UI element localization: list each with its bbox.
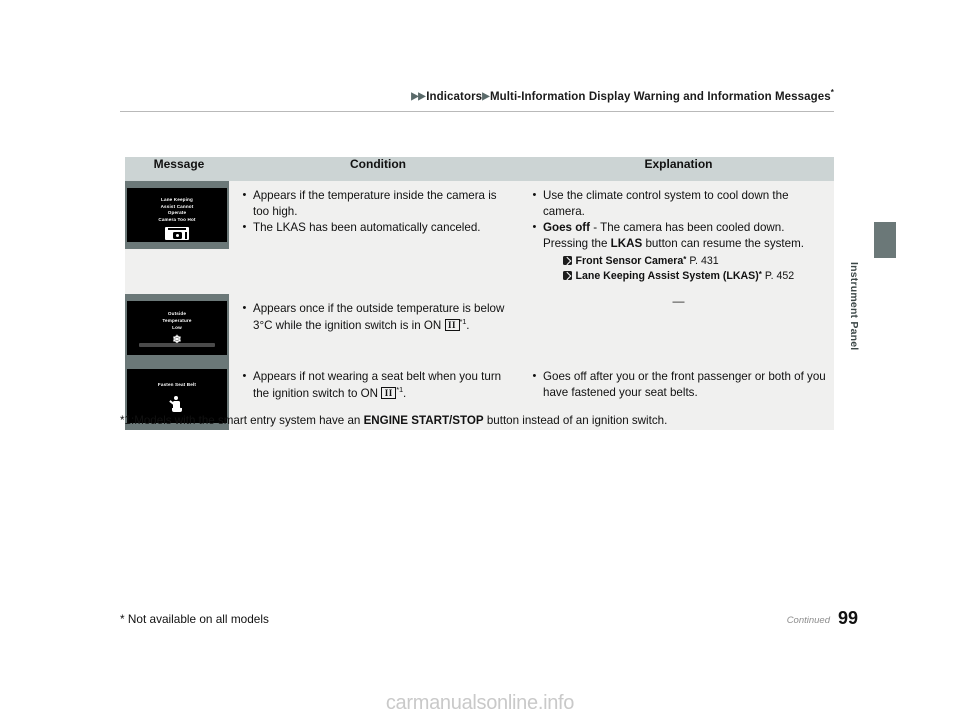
display-thumbnail-frame: Lane Keeping Assist Cannot Operate Camer…: [125, 181, 229, 249]
display-line: Low: [172, 324, 182, 330]
column-header-condition: Condition: [233, 157, 523, 181]
breadcrumb-footnote-mark: *: [830, 88, 834, 97]
display-thumbnail-frame: Outside Temperature Low ❄: [125, 294, 229, 363]
condition-text-tail: .: [402, 386, 407, 400]
page-footnote: * Not available on all models: [120, 612, 269, 626]
display-icon-wrap: [127, 395, 227, 413]
column-header-message: Message: [125, 157, 233, 181]
reference-arrow-icon: [563, 271, 572, 281]
header-divider: [120, 111, 834, 112]
manual-page: ▶▶Indicators▶Multi-Information Display W…: [0, 0, 960, 722]
display-line: Lane Keeping: [161, 197, 193, 202]
condition-bullet-list: Appears if the temperature inside the ca…: [242, 187, 515, 236]
breadcrumb-crumb-indicators[interactable]: Indicators: [426, 91, 482, 103]
explanation-bullet-tail: button can resume the system.: [642, 236, 804, 250]
message-cell: Lane Keeping Assist Cannot Operate Camer…: [125, 181, 233, 295]
watermark: carmanualsonline.info: [385, 692, 575, 714]
display-progress-bar: [139, 343, 215, 348]
breadcrumb: ▶▶Indicators▶Multi-Information Display W…: [120, 88, 834, 103]
table-row: Lane Keeping Assist Cannot Operate Camer…: [125, 181, 834, 295]
explanation-bullet-emphasis: LKAS: [610, 236, 643, 250]
display-icon-wrap: [127, 226, 227, 240]
explanation-cell: —: [523, 294, 834, 363]
reference-footnote-mark: *: [758, 270, 762, 280]
continued-label: Continued: [786, 615, 830, 626]
condition-cell: Appears if the temperature inside the ca…: [233, 181, 523, 295]
explanation-bullet: Use the climate control system to cool d…: [532, 187, 826, 219]
reference-name: Lane Keeping Assist System (LKAS): [575, 270, 759, 283]
condition-bullet: Appears if the temperature inside the ca…: [242, 187, 515, 219]
ignition-on-glyph: II: [444, 319, 460, 332]
explanation-bullet-list: Goes off after you or the front passenge…: [532, 369, 826, 400]
ignition-on-glyph: II: [381, 387, 397, 400]
condition-bullet: Appears once if the outside temperature …: [242, 301, 515, 333]
breadcrumb-arrow-icon: ▶: [418, 91, 426, 103]
display-line: Temperature: [162, 317, 192, 323]
table-header-row: Message Condition Explanation: [125, 157, 834, 181]
display-line: Camera Too Hot: [158, 216, 196, 222]
condition-footnote-mark: *1: [396, 384, 403, 394]
footnote-text-post: button instead of an ignition switch.: [483, 414, 668, 427]
side-tab-marker: [874, 222, 896, 258]
message-cell: Outside Temperature Low ❄: [125, 294, 233, 363]
explanation-cell: Use the climate control system to cool d…: [523, 181, 834, 295]
column-header-explanation: Explanation: [523, 157, 834, 181]
footnote-text-pre: Models with the smart entry system have …: [134, 414, 364, 427]
reference-page: P. 431: [689, 255, 719, 268]
seat-belt-icon: [169, 395, 185, 413]
reference-arrow-icon: [563, 256, 572, 266]
breadcrumb-arrow-icon: ▶: [482, 91, 490, 103]
condition-bullet-list: Appears if not wearing a seat belt when …: [242, 369, 515, 401]
table-footnote: *1:Models with the smart entry system ha…: [120, 414, 667, 427]
condition-text-tail: .: [466, 318, 470, 332]
reference-link[interactable]: Lane Keeping Assist System (LKAS) * P. 452: [563, 269, 826, 284]
side-tab-label: Instrument Panel: [848, 262, 860, 351]
footnote-emphasis: ENGINE START/STOP: [363, 414, 484, 427]
display-screen: Outside Temperature Low ❄: [127, 301, 227, 356]
display-line: Assist Cannot: [160, 203, 194, 209]
display-line: Fasten Seat Belt: [157, 382, 197, 388]
condition-bullet: The LKAS has been automatically canceled…: [242, 220, 515, 236]
footnote-mark: *1:: [120, 414, 135, 427]
condition-bullet-list: Appears once if the outside temperature …: [242, 301, 515, 333]
explanation-bullet: Goes off - The camera has been cooled do…: [532, 220, 826, 284]
messages-table: Message Condition Explanation Lane Keepi…: [125, 157, 834, 431]
explanation-bullet-list: Use the climate control system to cool d…: [532, 187, 826, 284]
explanation-bullet-lead: Goes off: [543, 221, 591, 235]
reference-name: Front Sensor Camera: [575, 255, 684, 268]
reference-footnote-mark: *: [683, 255, 687, 265]
breadcrumb-crumb-current[interactable]: Multi-Information Display Warning and In…: [490, 91, 831, 103]
breadcrumb-arrow-icon: ▶: [410, 91, 419, 103]
reference-link-list: Front Sensor Camera * P. 431 Lane Keeping …: [543, 254, 826, 284]
display-line: Outside: [167, 311, 187, 317]
explanation-bullet: Goes off after you or the front passenge…: [532, 369, 826, 400]
display-screen: Lane Keeping Assist Cannot Operate Camer…: [127, 188, 227, 242]
camera-too-hot-icon: [165, 226, 189, 240]
reference-page: P. 452: [764, 270, 795, 283]
condition-bullet: Appears if not wearing a seat belt when …: [242, 369, 515, 401]
table-row: Outside Temperature Low ❄ Appea: [125, 294, 834, 363]
display-line: Operate: [167, 210, 187, 216]
reference-link[interactable]: Front Sensor Camera * P. 431: [563, 254, 826, 269]
page-number: 99: [838, 608, 859, 628]
condition-text: Appears if not wearing a seat belt when …: [253, 370, 502, 400]
condition-cell: Appears once if the outside temperature …: [233, 294, 523, 363]
